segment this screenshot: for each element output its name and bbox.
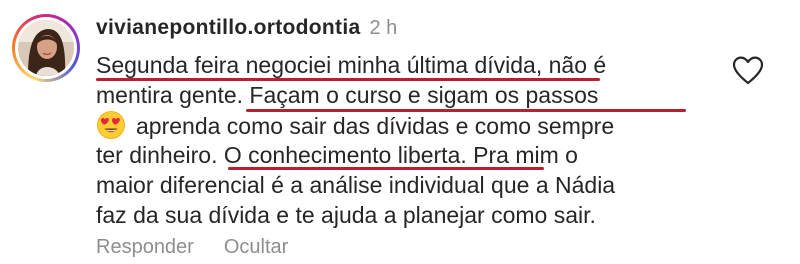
comment-header: vivianepontillo.ortodontia 2 h [96, 16, 397, 46]
comment-line-2: mentira gente. Façam o curso e sigam os … [96, 82, 599, 108]
annotation-underline-1 [96, 78, 600, 81]
comment-line-6: faz da sua dívida e te ajuda a planejar … [96, 202, 596, 228]
avatar-border [15, 17, 77, 79]
annotation-underline-3 [228, 167, 544, 170]
reply-button[interactable]: Responder [96, 236, 194, 259]
comment-line-1: Segunda feira negociei minha última dívi… [96, 52, 607, 78]
username[interactable]: vivianepontillo.ortodontia [96, 16, 360, 40]
comment-text: Segunda feira negociei minha última dívi… [96, 50, 696, 230]
comment-timestamp: 2 h [369, 17, 398, 39]
avatar[interactable] [12, 14, 80, 82]
heart-eyes-emoji-icon [97, 111, 125, 139]
hide-button[interactable]: Ocultar [224, 236, 288, 259]
heart-outline-icon[interactable] [730, 54, 766, 86]
comment-line-4: ter dinheiro. O conhecimento liberta. Pr… [96, 142, 578, 168]
comment: vivianepontillo.ortodontia 2 h Segunda f… [0, 0, 800, 264]
comment-line-3-text: aprenda como sair das dívidas e como sem… [136, 113, 615, 139]
avatar-photo [18, 20, 74, 76]
comment-actions: Responder Ocultar [96, 236, 288, 259]
annotation-underline-2 [246, 109, 686, 112]
comment-line-3: aprenda como sair das dívidas e como sem… [96, 110, 696, 140]
comment-line-5: maior diferencial é a análise individual… [96, 172, 616, 198]
